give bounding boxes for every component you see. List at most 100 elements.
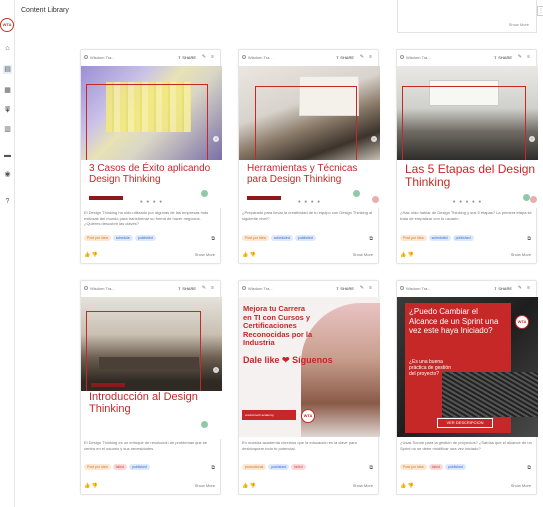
show-more-link[interactable]: Show More xyxy=(511,252,531,257)
dislike-icon[interactable]: 👎 xyxy=(408,252,414,258)
content-card[interactable]: Wisdom Tra... ⇪ SHARE ✎ ≡ › 3 Casos de É… xyxy=(80,49,222,264)
edit-icon[interactable]: ✎ xyxy=(202,54,206,60)
tag[interactable]: failed xyxy=(291,464,306,470)
share-button[interactable]: ⇪ SHARE xyxy=(336,286,354,291)
tag[interactable]: Post por Idea xyxy=(242,235,269,241)
menu-icon[interactable]: ≡ xyxy=(369,54,372,60)
tag[interactable]: failed xyxy=(428,464,443,470)
next-slide-icon[interactable]: › xyxy=(213,136,219,142)
tag[interactable]: published xyxy=(445,464,466,470)
next-slide-icon[interactable]: › xyxy=(371,136,377,142)
show-more-link[interactable]: Show More xyxy=(195,483,215,488)
inbox-icon[interactable]: ▬ xyxy=(3,151,12,160)
menu-icon[interactable]: ≡ xyxy=(369,285,372,291)
card-header: Wisdom Tra... ⇪ SHARE ✎ ≡ xyxy=(81,281,220,295)
like-icon[interactable]: 👍 xyxy=(242,252,248,258)
tag[interactable]: Post por idea xyxy=(400,235,427,241)
copy-icon[interactable]: ⧉ xyxy=(527,465,531,471)
content-card[interactable]: Wisdom Tra... ⇪ SHARE ✎ ≡ › Herramientas… xyxy=(238,49,380,264)
share-button[interactable]: ⇪ SHARE xyxy=(178,286,196,291)
author-name: Wisdom Tra... xyxy=(90,55,115,60)
page-title: Content Library xyxy=(21,7,69,14)
brand-logo[interactable]: WTA xyxy=(0,18,14,32)
post-caption: Las 5 Etapas del Design Thinking xyxy=(405,162,536,189)
idea-icon[interactable]: ✦ xyxy=(3,107,12,116)
copy-icon[interactable]: ⧉ xyxy=(369,465,373,471)
post-image: ¿Puedo Cambiar el Alcance de un Sprint u… xyxy=(397,297,538,437)
tag[interactable]: Post por idea xyxy=(400,464,427,470)
menu-icon[interactable]: ≡ xyxy=(211,285,214,291)
tag[interactable]: promotional xyxy=(242,464,267,470)
carousel-dots[interactable]: ● ● ● ● xyxy=(81,199,222,205)
menu-icon[interactable]: ≡ xyxy=(527,285,530,291)
copy-icon[interactable]: ⧉ xyxy=(211,236,215,242)
show-more-link[interactable]: Show More xyxy=(353,252,373,257)
content-card[interactable]: Wisdom Tra... ⇪ SHARE ✎ ≡ Mejora tu Carr… xyxy=(238,280,380,495)
dislike-icon[interactable]: 👎 xyxy=(250,483,256,489)
card-footer: 👍 👎 Show More xyxy=(84,252,218,258)
help-icon[interactable]: ? xyxy=(3,197,12,206)
tag[interactable]: schedule xyxy=(112,235,133,241)
tag[interactable]: failed xyxy=(112,464,127,470)
avatar xyxy=(400,286,404,290)
content-card[interactable]: Wisdom Tra... ⇪ SHARE ✎ ≡ › Introducción… xyxy=(80,280,222,495)
carousel-dots[interactable]: ● ● ● ● ● xyxy=(397,199,538,205)
dislike-icon[interactable]: 👎 xyxy=(92,483,98,489)
texture-photo xyxy=(442,372,538,417)
see-description-button[interactable]: VER DESCRIPCION xyxy=(437,418,493,428)
tag[interactable]: scheduled xyxy=(270,235,293,241)
show-more-link[interactable]: Show More xyxy=(353,483,373,488)
share-button[interactable]: ⇪ SHARE xyxy=(178,55,196,60)
post-description: ¿Preparado para llevar la creatividad de… xyxy=(242,210,373,221)
edit-icon[interactable]: ✎ xyxy=(518,285,522,291)
sidebar: WTA ⌂ ▤ ▦ ≣ ✦ ▥ ▬ ◉ ? xyxy=(0,0,15,507)
user-icon[interactable]: ◉ xyxy=(3,170,12,179)
ad-headline: ¿Puedo Cambiar el Alcance de un Sprint u… xyxy=(409,307,499,335)
tag-list: promotional published failed xyxy=(242,464,306,470)
dislike-icon[interactable]: 👎 xyxy=(408,483,414,489)
copy-icon[interactable]: ⧉ xyxy=(211,465,215,471)
show-more-link[interactable]: Show More xyxy=(509,22,529,27)
copy-icon[interactable]: ⧉ xyxy=(527,236,531,242)
card-footer: 👍 👎 Show More xyxy=(242,252,376,258)
tag[interactable]: published xyxy=(129,464,150,470)
copy-icon[interactable]: ⧉ xyxy=(369,236,373,242)
edit-icon[interactable]: ✎ xyxy=(202,285,206,291)
chart-icon[interactable]: ▥ xyxy=(3,125,12,134)
menu-icon[interactable]: ≡ xyxy=(527,54,530,60)
options-button[interactable]: ⋮ xyxy=(537,6,543,16)
tag[interactable]: Post por idea xyxy=(84,464,111,470)
tag[interactable]: published xyxy=(294,235,316,241)
edit-icon[interactable]: ✎ xyxy=(360,285,364,291)
carousel-dots[interactable]: ● ● ● ● xyxy=(239,199,380,205)
calendar-icon[interactable]: ▦ xyxy=(3,86,12,95)
menu-icon[interactable]: ≡ xyxy=(211,54,214,60)
content-card[interactable]: Wisdom Tra... ⇪ SHARE ✎ ≡ › Las 5 Etapas… xyxy=(396,49,538,264)
next-slide-icon[interactable]: › xyxy=(213,367,219,373)
tag[interactable]: published xyxy=(452,235,474,241)
like-icon[interactable]: 👍 xyxy=(84,483,90,489)
like-icon[interactable]: 👍 xyxy=(400,252,406,258)
tag[interactable]: published xyxy=(268,464,290,470)
library-icon[interactable]: ▤ xyxy=(3,65,12,74)
next-slide-icon[interactable]: › xyxy=(529,136,535,142)
tag[interactable]: Post por Idea xyxy=(84,235,111,241)
share-button[interactable]: ⇪ SHARE xyxy=(494,286,512,291)
home-icon[interactable]: ⌂ xyxy=(3,44,12,53)
dislike-icon[interactable]: 👎 xyxy=(92,252,98,258)
like-icon[interactable]: 👍 xyxy=(84,252,90,258)
tag[interactable]: scheduled xyxy=(428,235,451,241)
show-more-link[interactable]: Show More xyxy=(195,252,215,257)
edit-icon[interactable]: ✎ xyxy=(518,54,522,60)
edit-icon[interactable]: ✎ xyxy=(360,54,364,60)
like-icon[interactable]: 👍 xyxy=(400,483,406,489)
share-button[interactable]: ⇪ SHARE xyxy=(494,55,512,60)
tag[interactable]: published xyxy=(134,235,156,241)
content-card[interactable]: Wisdom Tra... ⇪ SHARE ✎ ≡ ¿Puedo Cambiar… xyxy=(396,280,538,495)
avatar xyxy=(400,55,404,59)
dislike-icon[interactable]: 👎 xyxy=(250,252,256,258)
like-icon[interactable]: 👍 xyxy=(242,483,248,489)
avatar xyxy=(84,55,88,59)
share-button[interactable]: ⇪ SHARE xyxy=(336,55,354,60)
show-more-link[interactable]: Show More xyxy=(511,483,531,488)
